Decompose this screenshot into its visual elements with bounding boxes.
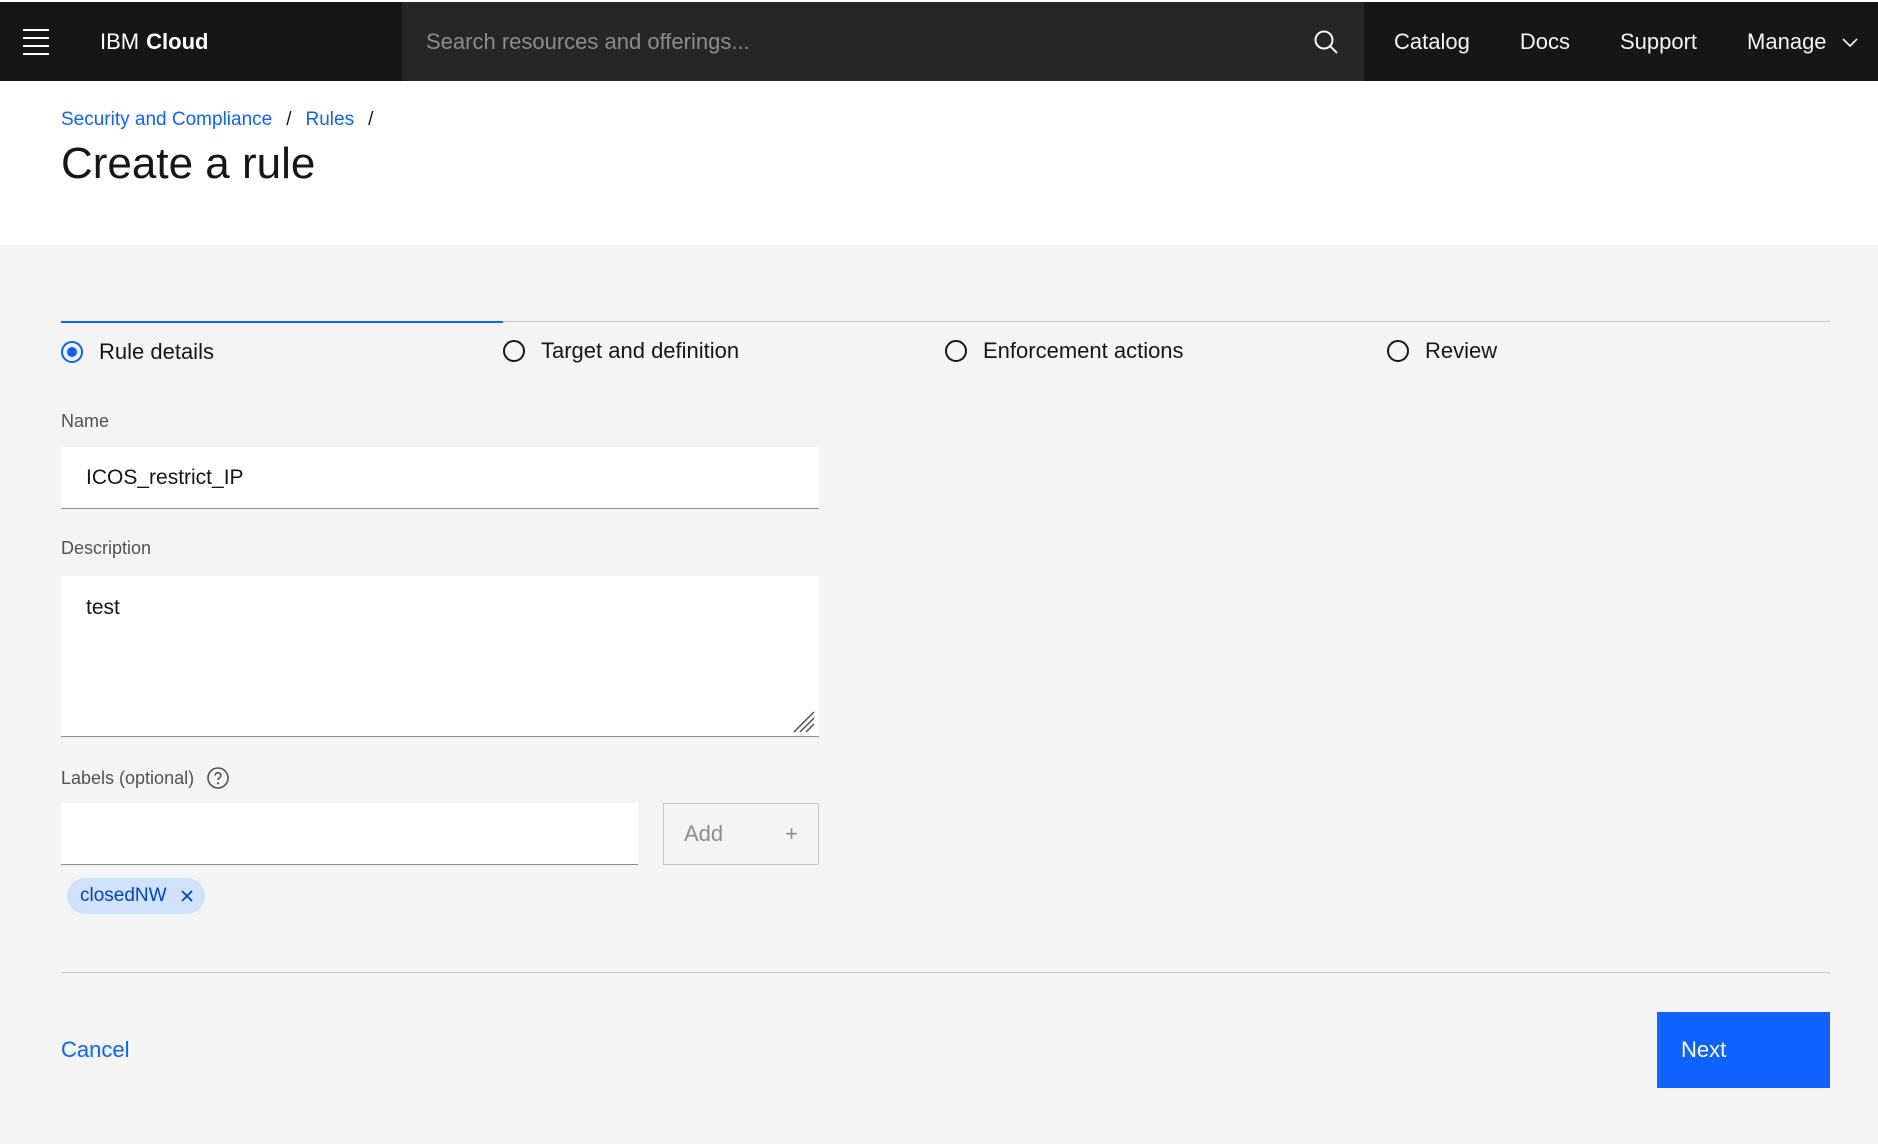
- brand-prefix: IBM: [100, 28, 140, 54]
- add-label-button[interactable]: Add +: [663, 803, 819, 865]
- tag-text: closedNW: [80, 885, 167, 906]
- labels-label-row: Labels (optional): [61, 766, 230, 790]
- step-target-definition[interactable]: Target and definition: [503, 321, 945, 381]
- close-icon[interactable]: [177, 886, 197, 906]
- step-label: Review: [1425, 338, 1498, 363]
- step-enforcement-actions[interactable]: Enforcement actions: [945, 321, 1387, 381]
- hamburger-menu-button[interactable]: [0, 2, 72, 81]
- nav-support[interactable]: Support: [1620, 29, 1697, 55]
- progress-indicator: Rule details Target and definition Enfor…: [61, 321, 1830, 381]
- next-button[interactable]: Next: [1657, 1012, 1830, 1088]
- search-bar: [402, 2, 1364, 81]
- step-incomplete-icon: [1387, 340, 1409, 362]
- labels-label: Labels (optional): [61, 767, 195, 788]
- step-incomplete-icon: [945, 340, 967, 362]
- cancel-button[interactable]: Cancel: [61, 1037, 129, 1063]
- step-label: Enforcement actions: [983, 338, 1184, 363]
- step-label: Rule details: [99, 339, 214, 364]
- footer-divider: [61, 972, 1830, 973]
- top-header: IBM Cloud Catalog Docs Support Manage: [0, 0, 1878, 81]
- description-label: Description: [61, 538, 152, 558]
- nav-catalog[interactable]: Catalog: [1394, 29, 1470, 55]
- breadcrumb-rules[interactable]: Rules: [306, 109, 355, 131]
- breadcrumb-separator: /: [286, 109, 292, 130]
- breadcrumb: Security and Compliance / Rules /: [61, 109, 387, 131]
- page-title: Create a rule: [61, 139, 316, 188]
- resize-handle-icon[interactable]: [790, 708, 816, 734]
- help-icon[interactable]: [206, 766, 230, 790]
- page-header: Security and Compliance / Rules / Create…: [0, 81, 1878, 245]
- step-current-icon: [61, 341, 83, 363]
- labels-input[interactable]: [61, 803, 638, 865]
- nav-manage[interactable]: Manage: [1747, 29, 1859, 55]
- label-tag: closedNW: [67, 878, 205, 914]
- brand-logo[interactable]: IBM Cloud: [72, 2, 402, 81]
- add-label-text: Add: [684, 821, 724, 846]
- name-label: Name: [61, 411, 110, 431]
- step-incomplete-icon: [503, 340, 525, 362]
- name-input[interactable]: [61, 447, 819, 509]
- brand-name: Cloud: [146, 28, 209, 54]
- description-textarea[interactable]: test: [61, 576, 819, 737]
- header-nav: Catalog Docs Support Manage: [1364, 2, 1878, 81]
- nav-manage-label: Manage: [1747, 28, 1827, 54]
- step-rule-details[interactable]: Rule details: [61, 321, 503, 381]
- chevron-down-icon: [1841, 37, 1858, 47]
- search-input[interactable]: [426, 28, 1300, 55]
- plus-icon: +: [785, 821, 798, 846]
- main-content: Rule details Target and definition Enfor…: [0, 245, 1878, 1144]
- step-label: Target and definition: [541, 338, 740, 363]
- search-icon[interactable]: [1312, 28, 1340, 56]
- hamburger-menu-icon: [23, 26, 49, 58]
- breadcrumb-separator: /: [368, 109, 374, 130]
- step-review[interactable]: Review: [1387, 321, 1830, 381]
- nav-docs[interactable]: Docs: [1520, 29, 1570, 55]
- breadcrumb-security-compliance[interactable]: Security and Compliance: [61, 109, 272, 131]
